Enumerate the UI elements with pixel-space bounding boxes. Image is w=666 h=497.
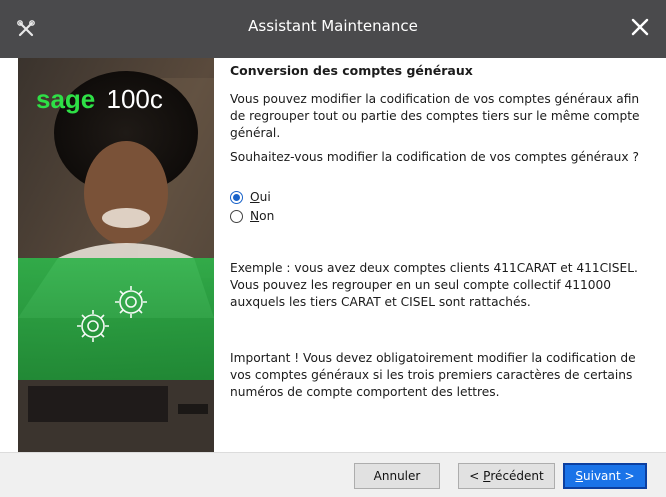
title-bar: Assistant Maintenance	[0, 0, 666, 58]
radio-non[interactable]	[230, 210, 243, 223]
question-text: Souhaitez-vous modifier la codification …	[230, 150, 639, 164]
svg-text:sage 100c: sage 100c	[36, 84, 163, 114]
wizard-window: Assistant Maintenance sage 100c Conversi…	[0, 0, 666, 497]
important-note: Important ! Vous devez obligatoirement m…	[230, 351, 636, 399]
next-button[interactable]: Suivant >	[563, 463, 647, 489]
brand-product: 100c	[107, 84, 163, 114]
previous-button[interactable]: < Précédent	[458, 463, 555, 489]
close-icon[interactable]	[626, 13, 654, 41]
intro-text: Vous pouvez modifier la codification de …	[230, 92, 640, 140]
codification-choice: Oui Non	[230, 188, 650, 226]
cancel-button[interactable]: Annuler	[354, 463, 440, 489]
radio-oui[interactable]	[230, 191, 243, 204]
window-title: Assistant Maintenance	[248, 17, 418, 35]
button-bar: Annuler < Précédent Suivant >	[0, 452, 666, 497]
wizard-content: Conversion des comptes généraux Vous pou…	[230, 62, 650, 399]
option-oui[interactable]: Oui	[230, 188, 650, 207]
option-oui-label: Oui	[250, 190, 271, 204]
option-non[interactable]: Non	[230, 207, 650, 226]
option-non-label: Non	[250, 209, 275, 223]
example-text: Exemple : vous avez deux comptes clients…	[230, 261, 638, 309]
sage-banner-image: sage 100c	[18, 58, 214, 452]
brand-sage: sage	[36, 84, 95, 114]
page-title: Conversion des comptes généraux	[230, 63, 473, 78]
